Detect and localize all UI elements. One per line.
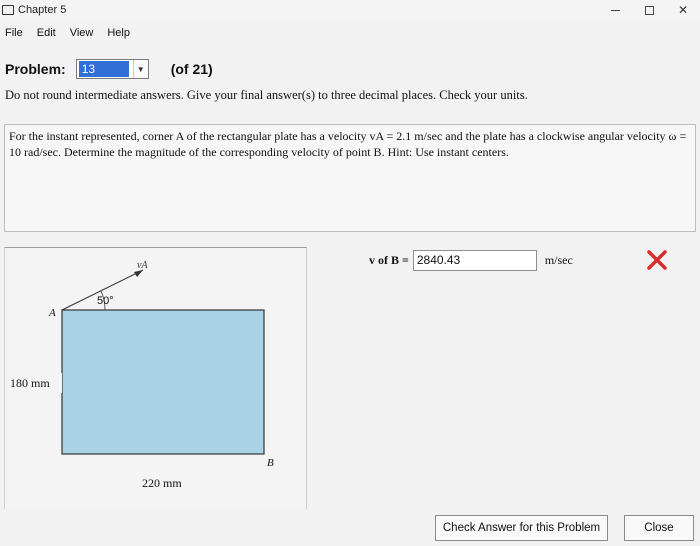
minimize-icon[interactable] — [598, 0, 632, 20]
window-title: Chapter 5 — [18, 4, 67, 16]
incorrect-x-icon — [647, 250, 667, 270]
menu-view[interactable]: View — [64, 27, 102, 39]
arrowhead-icon — [134, 270, 143, 277]
close-button[interactable]: Close — [624, 515, 694, 541]
menu-file[interactable]: File — [0, 27, 31, 39]
corner-b-label: B — [267, 457, 274, 469]
chevron-down-icon[interactable]: ▼ — [132, 60, 148, 78]
menu-edit[interactable]: Edit — [31, 27, 64, 39]
problem-dropdown[interactable]: 13 ▼ — [75, 59, 149, 79]
angle-label: 50° — [97, 295, 114, 307]
answer-label: v of B = — [369, 252, 409, 267]
width-dimension-label: 220 mm — [142, 476, 182, 490]
corner-a-label: A — [48, 307, 56, 319]
app-icon — [2, 5, 14, 15]
window-controls: ✕ — [598, 0, 700, 20]
problem-label: Problem: — [5, 61, 66, 77]
close-icon[interactable]: ✕ — [666, 0, 700, 20]
instructions-text: Do not round intermediate answers. Give … — [5, 88, 528, 102]
answer-unit: m/sec — [544, 252, 573, 267]
menu-help[interactable]: Help — [101, 27, 138, 39]
answer-row: v of B = 2840.43 m/sec — [369, 249, 573, 271]
question-text: For the instant represented, corner A of… — [9, 129, 687, 159]
problem-count: (of 21) — [170, 61, 213, 77]
plate-diagram: vA 50° A B 180 mm 220 mm — [8, 260, 274, 490]
title-bar: Chapter 5 ✕ — [0, 0, 700, 20]
maximize-icon[interactable] — [632, 0, 666, 20]
velocity-label: vA — [137, 260, 148, 271]
check-answer-button[interactable]: Check Answer for this Problem — [435, 515, 608, 541]
height-dimension-label: 180 mm — [10, 376, 50, 390]
problem-dropdown-value: 13 — [78, 61, 129, 77]
menu-bar: File Edit View Help — [0, 22, 700, 44]
question-box: For the instant represented, corner A of… — [4, 124, 696, 232]
rectangular-plate — [61, 309, 265, 455]
figure-panel: vA 50° A B 180 mm 220 mm — [4, 247, 307, 509]
answer-input[interactable]: 2840.43 — [412, 249, 537, 271]
problem-selector-row: Problem: 13 ▼ (of 21) — [5, 58, 213, 80]
